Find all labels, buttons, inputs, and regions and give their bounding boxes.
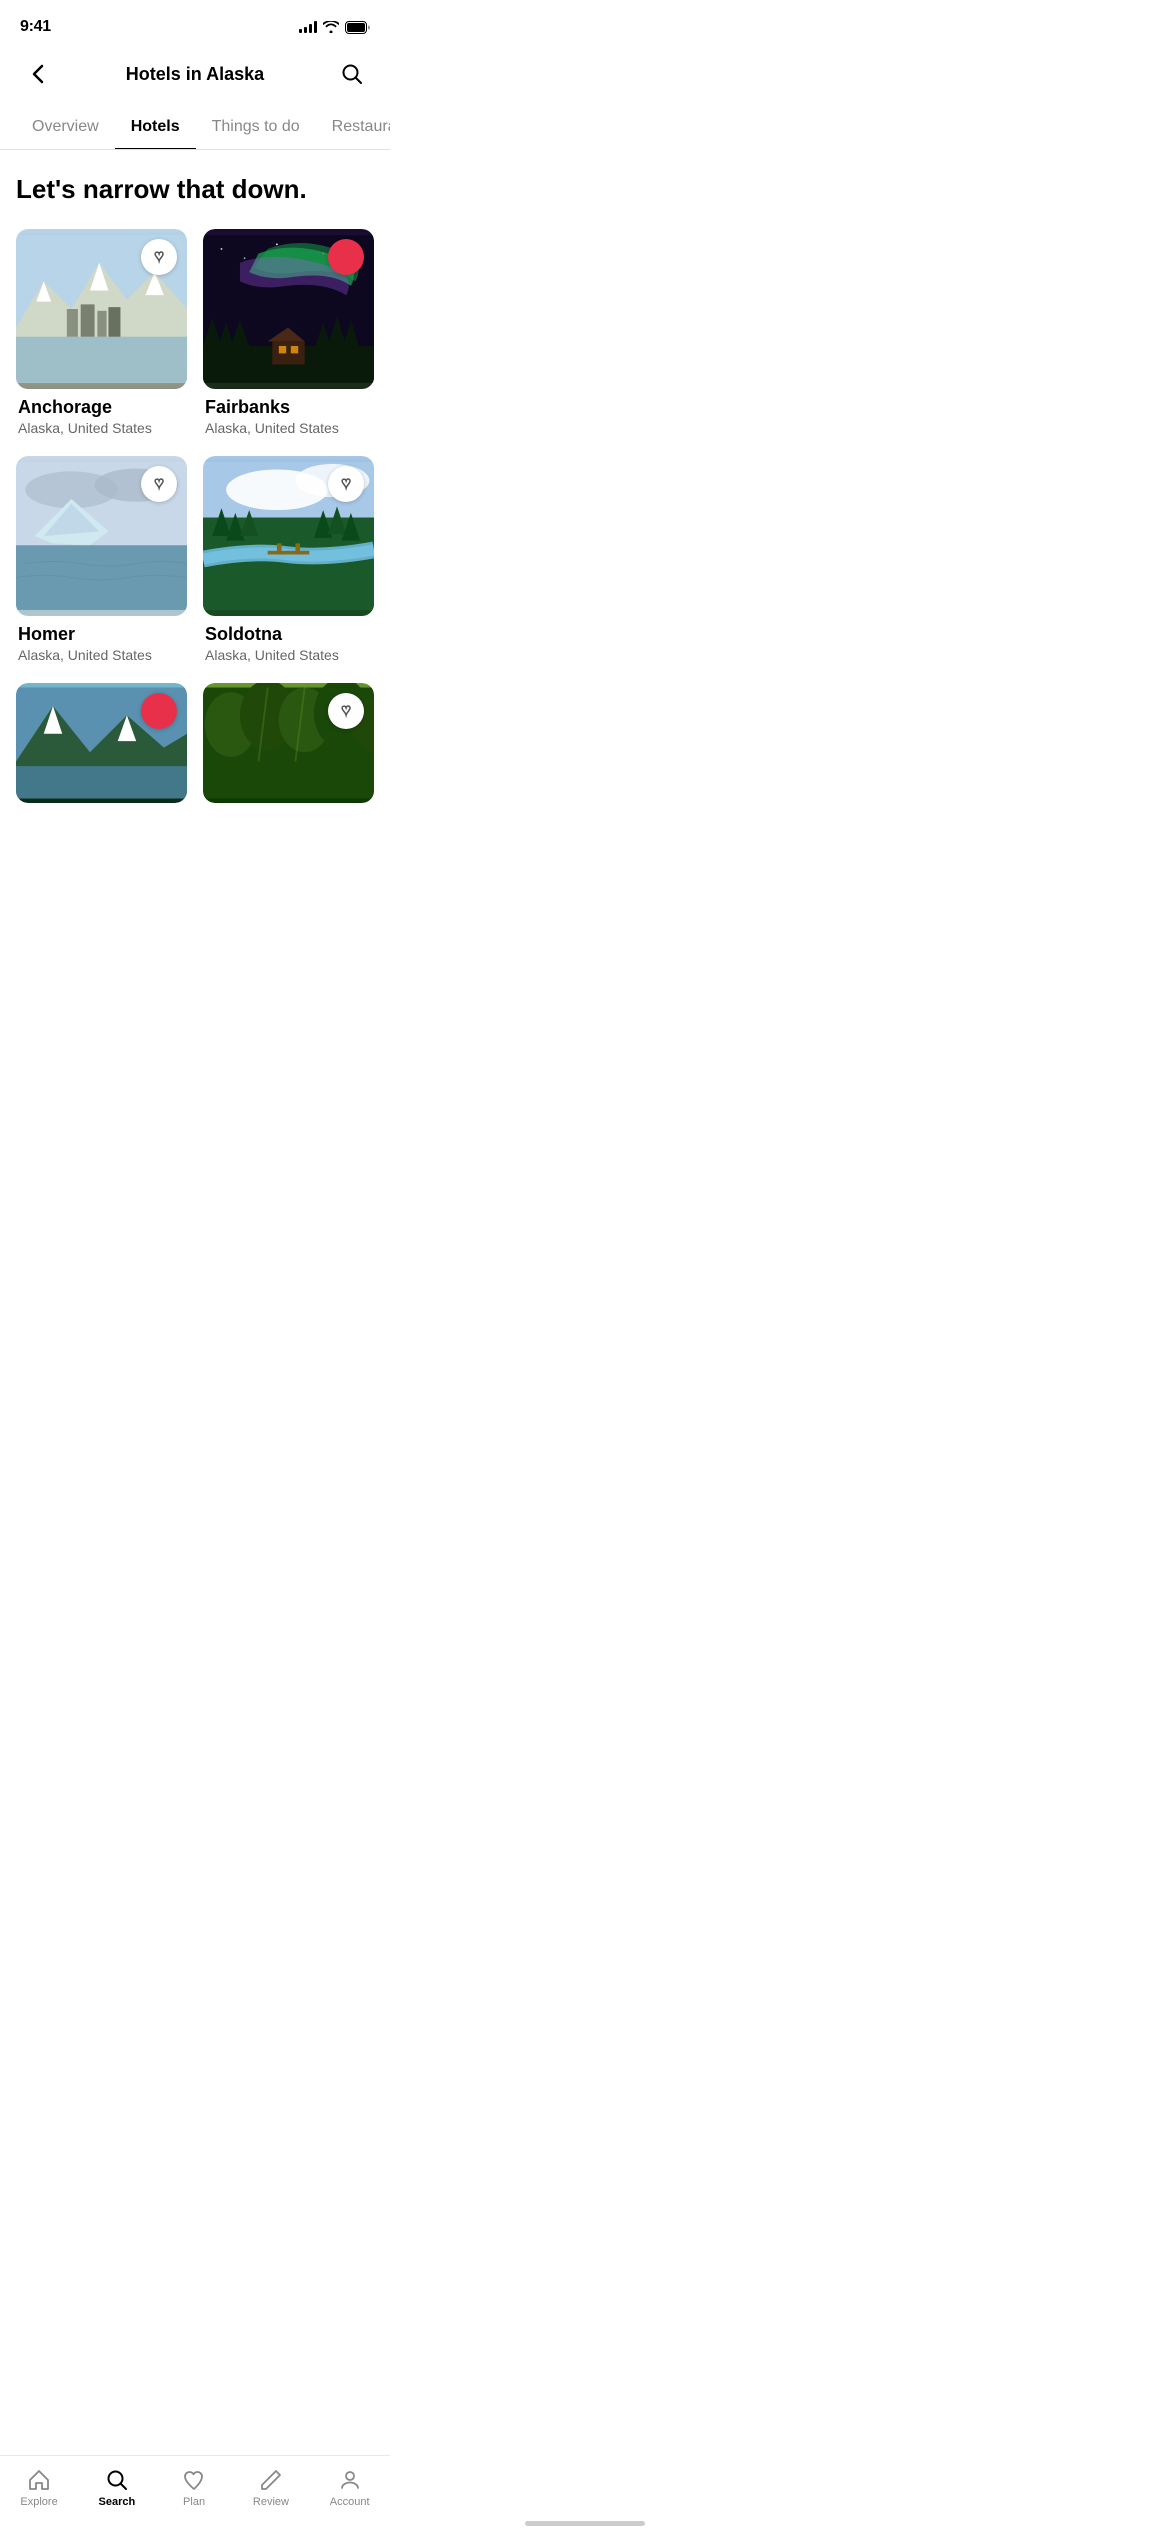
tab-hotels[interactable]: Hotels <box>115 108 196 150</box>
nav-search-label: Search <box>99 2496 136 2508</box>
card-anchorage-name: Anchorage <box>18 397 185 418</box>
status-icons <box>299 21 370 34</box>
card-homer-location: Alaska, United States <box>18 647 185 663</box>
heart-icon: ♥ <box>154 249 164 265</box>
nav-search[interactable]: Search <box>87 2464 148 2512</box>
nav-review-label: Review <box>253 2496 289 2508</box>
heart-icon: ♥ <box>341 703 351 719</box>
battery-icon <box>345 21 370 34</box>
cards-grid: ♥ Anchorage Alaska, United States <box>16 229 374 803</box>
main-content: Let's narrow that down. <box>0 150 390 919</box>
card-soldotna-location: Alaska, United States <box>205 647 372 663</box>
card-soldotna[interactable]: ♥ Soldotna Alaska, United States <box>203 456 374 667</box>
card-fairbanks-info: Fairbanks Alaska, United States <box>203 389 374 440</box>
card-anchorage-info: Anchorage Alaska, United States <box>16 389 187 440</box>
home-indicator <box>525 2521 645 2526</box>
search-icon <box>341 63 363 85</box>
card-anchorage-image: ♥ <box>16 229 187 389</box>
favorite-fairbanks-button[interactable]: ♥ <box>328 239 364 275</box>
card-homer-image: ♥ <box>16 456 187 616</box>
card-anchorage-location: Alaska, United States <box>18 420 185 436</box>
card-fairbanks-image: ♥ <box>203 229 374 389</box>
tab-restaurants[interactable]: Restaurants <box>316 108 390 150</box>
wifi-icon <box>323 21 339 33</box>
nav-explore[interactable]: Explore <box>8 2464 69 2512</box>
favorite-card6-button[interactable]: ♥ <box>328 693 364 729</box>
card-soldotna-image: ♥ <box>203 456 374 616</box>
heart-nav-icon <box>182 2468 206 2492</box>
card-fairbanks[interactable]: ♥ Fairbanks Alaska, United States <box>203 229 374 440</box>
header-search-button[interactable] <box>334 56 370 92</box>
pencil-icon <box>259 2468 283 2492</box>
person-icon <box>338 2468 362 2492</box>
signal-bars-icon <box>299 21 317 33</box>
card-fairbanks-name: Fairbanks <box>205 397 372 418</box>
favorite-homer-button[interactable]: ♥ <box>141 466 177 502</box>
card-5[interactable]: ♥ <box>16 683 187 803</box>
tabs-container: Overview Hotels Things to do Restaurants <box>0 108 390 150</box>
card-soldotna-name: Soldotna <box>205 624 372 645</box>
heart-icon: ♥ <box>341 249 351 265</box>
status-time: 9:41 <box>20 18 51 36</box>
card-homer-info: Homer Alaska, United States <box>16 616 187 667</box>
heart-icon: ♥ <box>154 476 164 492</box>
heart-icon: ♥ <box>341 476 351 492</box>
card-6-image: ♥ <box>203 683 374 803</box>
nav-account[interactable]: Account <box>318 2464 382 2512</box>
card-6[interactable]: ♥ <box>203 683 374 803</box>
nav-plan[interactable]: Plan <box>164 2464 224 2512</box>
card-fairbanks-location: Alaska, United States <box>205 420 372 436</box>
heart-icon: ♥ <box>154 703 164 719</box>
card-anchorage[interactable]: ♥ Anchorage Alaska, United States <box>16 229 187 440</box>
status-bar: 9:41 <box>0 0 390 48</box>
header: Hotels in Alaska <box>0 48 390 108</box>
home-icon <box>27 2468 51 2492</box>
tab-things-to-do[interactable]: Things to do <box>196 108 316 150</box>
bottom-nav: Explore Search Plan Review Account <box>0 2455 390 2532</box>
nav-review[interactable]: Review <box>241 2464 301 2512</box>
tab-overview[interactable]: Overview <box>16 108 115 150</box>
nav-plan-label: Plan <box>183 2496 205 2508</box>
favorite-soldotna-button[interactable]: ♥ <box>328 466 364 502</box>
favorite-anchorage-button[interactable]: ♥ <box>141 239 177 275</box>
card-homer-name: Homer <box>18 624 185 645</box>
nav-explore-label: Explore <box>20 2496 57 2508</box>
card-homer[interactable]: ♥ Homer Alaska, United States <box>16 456 187 667</box>
back-button[interactable] <box>20 56 56 92</box>
search-nav-icon <box>105 2468 129 2492</box>
card-soldotna-info: Soldotna Alaska, United States <box>203 616 374 667</box>
favorite-card5-button[interactable]: ♥ <box>141 693 177 729</box>
card-5-image: ♥ <box>16 683 187 803</box>
section-title: Let's narrow that down. <box>16 174 374 205</box>
page-title: Hotels in Alaska <box>126 64 264 85</box>
nav-account-label: Account <box>330 2496 370 2508</box>
